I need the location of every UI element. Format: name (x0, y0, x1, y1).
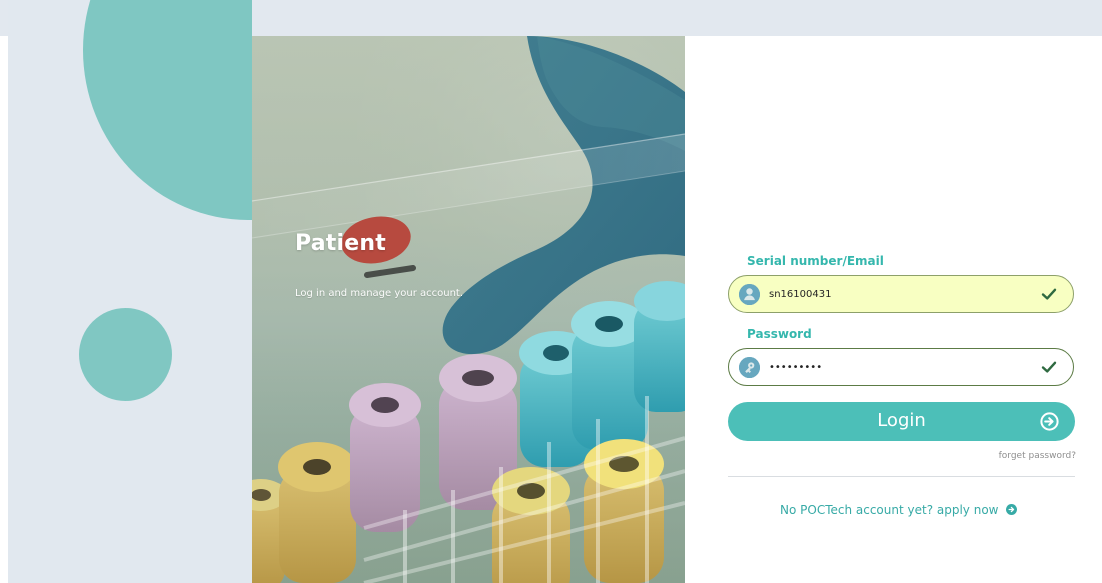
forgot-password-link[interactable]: forget password? (999, 451, 1076, 461)
hero-title: Patient (295, 231, 386, 256)
patient-hero-panel: Patient Log in and manage your account. (252, 36, 685, 583)
password-input[interactable] (769, 349, 1039, 385)
lab-photo-illustration (252, 36, 685, 583)
form-divider (728, 476, 1075, 477)
left-decorative-panel (8, 0, 252, 583)
login-button-label: Login (877, 410, 926, 431)
hero-subtitle: Log in and manage your account. (295, 288, 464, 299)
login-button[interactable]: Login (728, 402, 1075, 441)
check-icon (1041, 286, 1057, 302)
apply-now-label: No POCTech account yet? apply now (780, 503, 999, 517)
arrow-right-circle-icon (1006, 504, 1018, 515)
user-icon (739, 284, 760, 305)
apply-now-link[interactable]: No POCTech account yet? apply now (780, 503, 1018, 517)
check-icon (1041, 359, 1057, 375)
serial-label: Serial number/Email (747, 254, 884, 268)
serial-field[interactable] (728, 275, 1074, 313)
serial-input[interactable] (769, 276, 1039, 312)
password-field[interactable] (728, 348, 1074, 386)
password-label: Password (747, 327, 812, 341)
decorative-circle-large (83, 0, 252, 220)
arrow-right-circle-icon (1040, 412, 1059, 431)
decorative-circle-small (79, 308, 172, 401)
login-page: Patient Log in and manage your account. … (0, 0, 1102, 583)
key-icon (739, 357, 760, 378)
